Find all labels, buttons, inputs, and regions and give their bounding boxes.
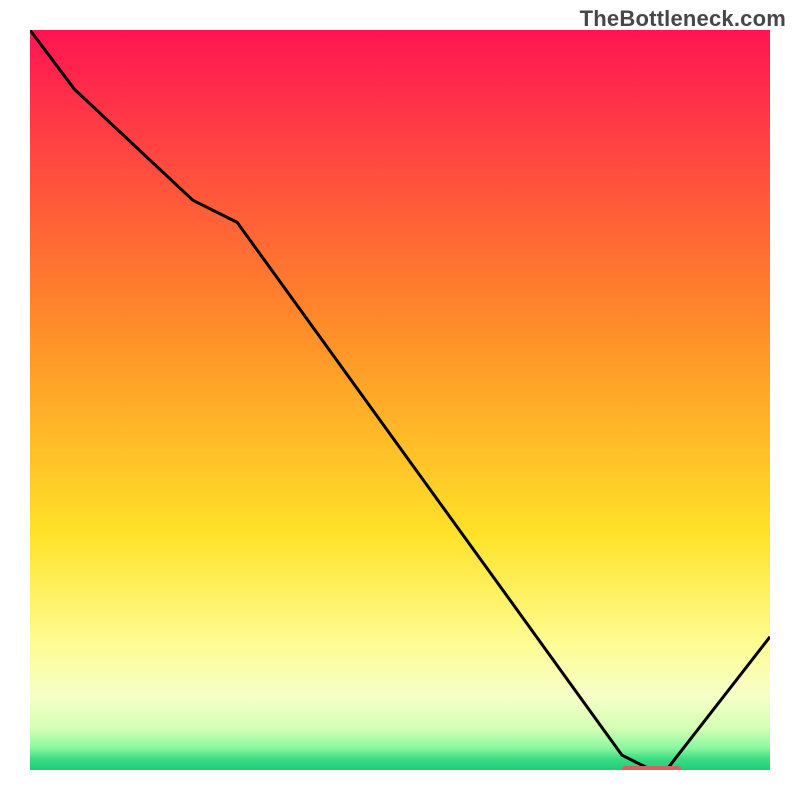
gradient-background <box>30 30 770 770</box>
optimal-marker <box>622 766 681 770</box>
watermark-label: TheBottleneck.com <box>580 6 786 32</box>
bottleneck-chart <box>30 30 770 770</box>
chart-container: { "watermark": "TheBottleneck.com", "cha… <box>0 0 800 800</box>
